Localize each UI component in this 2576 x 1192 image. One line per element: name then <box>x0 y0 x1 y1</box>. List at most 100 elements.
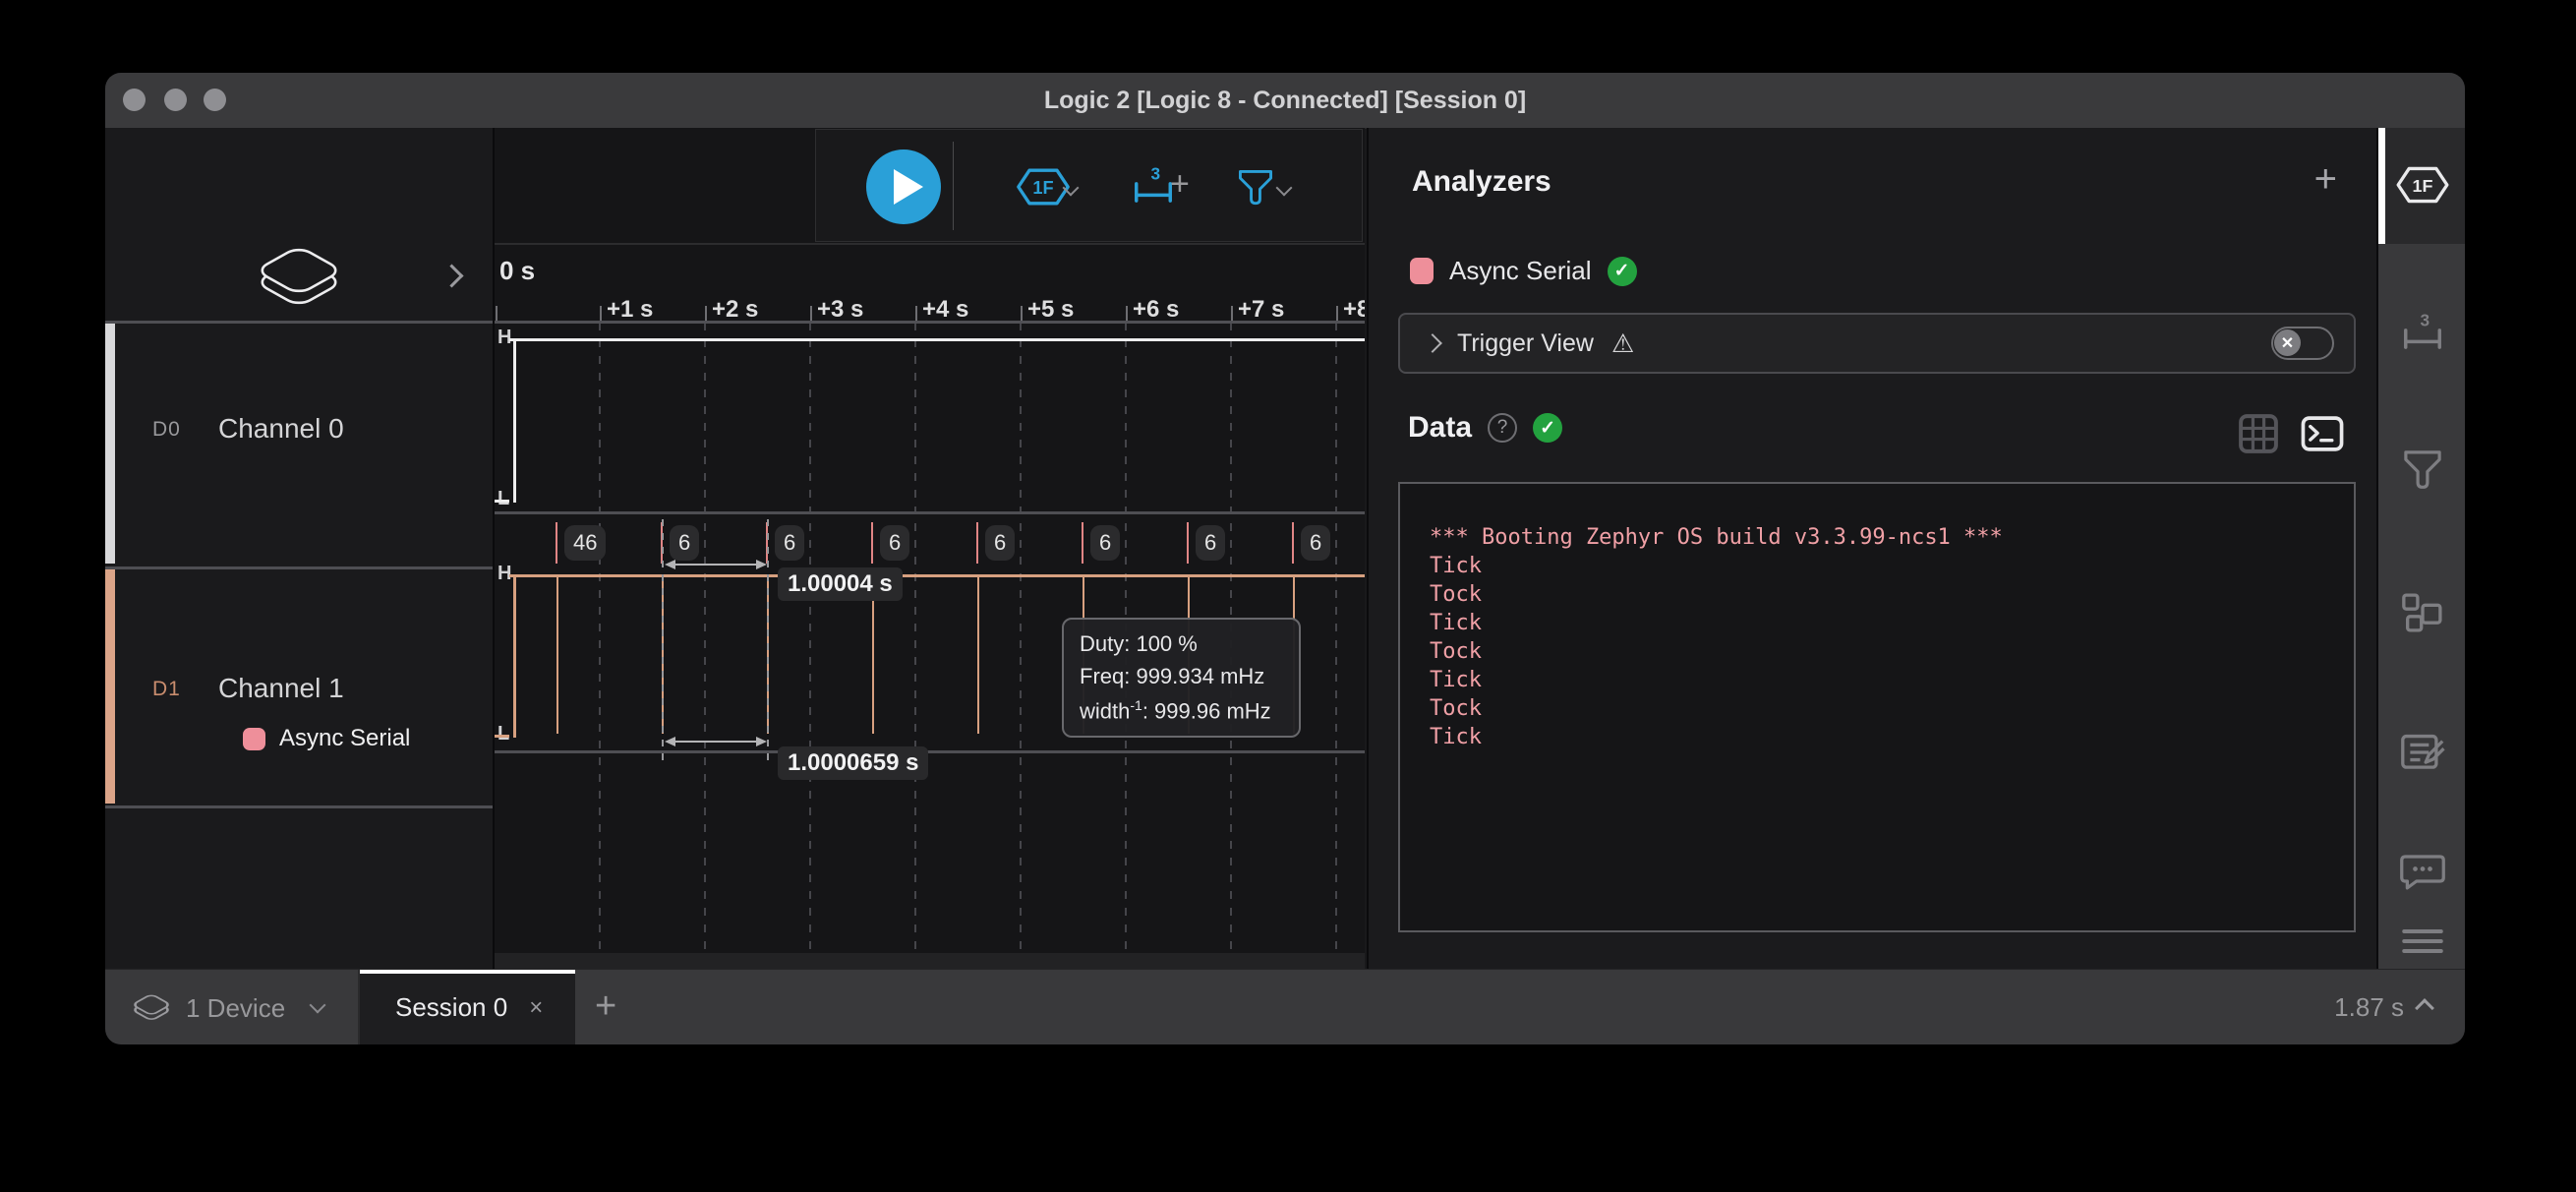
close-session-icon[interactable]: × <box>529 994 543 1022</box>
channel-1-id: D1 <box>152 678 181 701</box>
rail-analyzers-tab[interactable]: 1F <box>2378 128 2465 244</box>
terminal-view-icon <box>2301 415 2344 452</box>
capture-duration[interactable]: 1.87 s <box>2334 970 2431 1044</box>
svg-text:1F: 1F <box>1032 178 1053 198</box>
expand-device-panel-icon[interactable] <box>439 264 463 287</box>
channel-1-analyzer-chip[interactable]: Async Serial <box>243 725 410 752</box>
timeline-tick <box>1336 306 1338 321</box>
divider <box>105 805 493 808</box>
timeline-tick-label: +1 s <box>607 296 653 324</box>
channel-1-row[interactable]: D1 Channel 1 Async Serial <box>105 569 493 805</box>
add-measurement-button[interactable]: + <box>1170 165 1190 204</box>
trigger-view-label: Trigger View <box>1457 329 1594 358</box>
trigger-icon <box>1236 166 1275 208</box>
terminal-line: Tock <box>1430 694 2324 723</box>
serial-pulse <box>977 576 979 734</box>
toggle-off-knob: ✕ <box>2274 329 2301 356</box>
gridline <box>914 323 916 969</box>
analyzer-name: Async Serial <box>279 725 410 752</box>
channel-1-color-bar <box>105 569 115 804</box>
device-count-label: 1 Device <box>186 993 285 1024</box>
chat-icon <box>2399 852 2446 891</box>
rail-extensions-tab[interactable] <box>2378 590 2465 635</box>
byte-badge[interactable]: 6 <box>880 525 909 561</box>
notes-icon <box>2399 731 2446 774</box>
timeline-tick <box>705 306 707 321</box>
trigger-button[interactable] <box>1236 166 1275 212</box>
add-session-button[interactable]: + <box>595 985 616 1028</box>
add-analyzer-button[interactable]: + <box>2314 157 2337 202</box>
timeline-tick <box>915 306 917 321</box>
session-tab[interactable]: Session 0 × <box>360 970 575 1044</box>
byte-badge[interactable]: 6 <box>775 525 804 561</box>
data-terminal-view-button[interactable] <box>2301 415 2344 457</box>
byte-marker-tick <box>1082 522 1083 564</box>
channel-0-color-bar <box>105 324 115 564</box>
serial-pulse <box>556 576 558 734</box>
start-capture-button[interactable] <box>866 149 941 224</box>
timeline-tick-label: +7 s <box>1238 296 1284 324</box>
byte-marker-tick <box>976 522 978 564</box>
trigger-view-toggle[interactable]: ✕ <box>2271 327 2334 360</box>
measurement-left-boundary[interactable] <box>662 519 664 767</box>
svg-text:3: 3 <box>1151 163 1161 183</box>
byte-badge[interactable]: 6 <box>1090 525 1120 561</box>
channel-1-high-segment <box>509 574 1365 577</box>
byte-marker-tick <box>871 522 873 564</box>
svg-text:3: 3 <box>2421 310 2430 329</box>
svg-text:1F: 1F <box>2413 176 2433 196</box>
grid-view-icon <box>2238 413 2279 454</box>
byte-badge[interactable]: 6 <box>1196 525 1225 561</box>
rail-notes-tab[interactable] <box>2378 731 2465 774</box>
measurement-right-boundary[interactable] <box>767 519 769 767</box>
data-grid-view-button[interactable] <box>2238 413 2279 459</box>
timeline-tick <box>496 306 498 321</box>
window-title: Logic 2 [Logic 8 - Connected] [Session 0… <box>105 87 2465 115</box>
measurement-width-value: 1.00004 s <box>778 567 903 601</box>
terminal-line: Tock <box>1430 637 2324 666</box>
analyzer-row[interactable]: Async Serial ✓ <box>1410 256 1637 286</box>
data-heading: Data <box>1408 411 1472 445</box>
chevron-right-icon[interactable] <box>1423 333 1442 353</box>
app-window: Logic 2 [Logic 8 - Connected] [Session 0… <box>105 73 2465 1044</box>
chevron-down-icon <box>310 997 326 1014</box>
extensions-icon <box>2400 590 2445 635</box>
measurement-width-arrow <box>667 564 765 566</box>
rail-menu-button[interactable] <box>2378 926 2465 956</box>
byte-marker-tick <box>1292 522 1294 564</box>
byte-badge[interactable]: 46 <box>564 525 606 561</box>
side-rail: 1F 3 <box>2376 128 2465 969</box>
measurement-period-value: 1.0000659 s <box>778 746 928 780</box>
measurement-icon: 3 <box>2400 310 2445 353</box>
device-header[interactable] <box>105 128 493 321</box>
channel-1-pre-low-segment <box>495 735 509 738</box>
chevron-down-icon[interactable] <box>1276 180 1293 197</box>
analyzer-hexagon-icon: 1F <box>2394 163 2451 207</box>
help-icon[interactable]: ? <box>1488 413 1517 443</box>
play-icon <box>894 169 923 205</box>
tooltip-freq: Freq: 999.934 mHz <box>1080 664 1283 689</box>
rail-feedback-tab[interactable] <box>2378 852 2465 891</box>
analyzer-name: Async Serial <box>1449 256 1592 286</box>
channel-0-row[interactable]: D0 Channel 0 <box>105 324 493 566</box>
horizontal-scrollbar[interactable] <box>495 953 1365 969</box>
trigger-view-section[interactable]: Trigger View ⚠ ✕ <box>1398 313 2356 374</box>
timeline-tick <box>1231 306 1233 321</box>
active-tab-indicator <box>360 970 575 974</box>
divider <box>495 243 1365 245</box>
waveform-area[interactable]: 1F 3 + 0 s <box>495 128 1365 969</box>
byte-badge[interactable]: 6 <box>670 525 699 561</box>
device-icon <box>248 241 350 320</box>
byte-badge[interactable]: 6 <box>985 525 1015 561</box>
terminal-line: Tick <box>1430 666 2324 694</box>
timeline-tick-label: +2 s <box>712 296 758 324</box>
byte-badge[interactable]: 6 <box>1301 525 1330 561</box>
rail-triggers-tab[interactable] <box>2378 447 2465 492</box>
check-icon: ✓ <box>1608 257 1637 286</box>
gridline <box>809 323 811 969</box>
session-tab-label: Session 0 <box>395 992 507 1023</box>
device-selector[interactable]: 1 Device <box>105 970 358 1044</box>
timeline-origin-label: 0 s <box>499 256 535 286</box>
rail-measurements-tab[interactable]: 3 <box>2378 310 2465 353</box>
terminal-output[interactable]: *** Booting Zephyr OS build v3.3.99-ncs1… <box>1398 482 2356 932</box>
